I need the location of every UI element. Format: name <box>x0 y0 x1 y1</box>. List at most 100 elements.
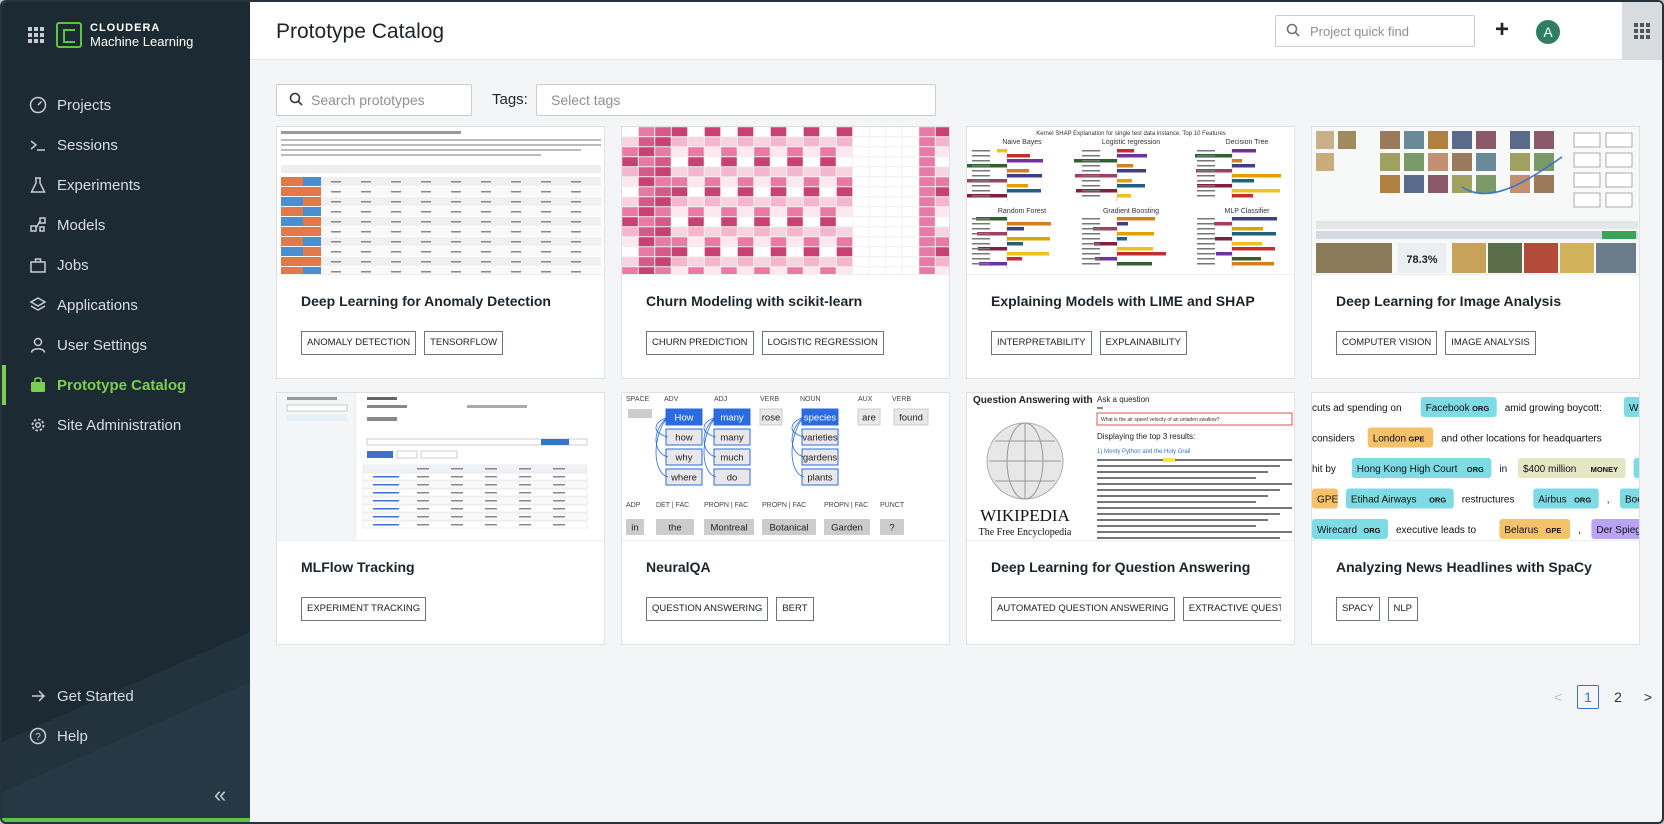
shap-bar <box>1117 154 1147 158</box>
prototype-card[interactable]: Churn Modeling with scikit-learn CHURN P… <box>621 126 950 379</box>
layer-box <box>1573 192 1601 208</box>
sidebar-item-get-started[interactable]: Get Started <box>2 676 250 716</box>
table-cell-text <box>421 251 431 253</box>
sidebar-item-prototype-catalog[interactable]: Prototype Catalog <box>2 365 250 405</box>
prototype-card[interactable]: 78.3% Deep Learning for Image Analysis C… <box>1311 126 1640 379</box>
brand-line-1: CLOUDERA <box>90 22 161 34</box>
tag[interactable]: LOGISTIC REGRESSION <box>761 331 884 355</box>
table-cell <box>622 216 639 227</box>
feature-label <box>972 233 990 235</box>
table-cell-text <box>361 211 371 213</box>
sidebar-item-label: Help <box>57 727 88 745</box>
project-quick-find-input[interactable]: Project quick find <box>1275 15 1475 47</box>
sidebar-item-applications[interactable]: Applications <box>2 285 250 325</box>
prototype-card[interactable]: Question Answering with WIKIPEDIA The Fr… <box>966 392 1295 645</box>
tag[interactable]: IMAGE ANALYSIS <box>1445 331 1536 355</box>
run-link <box>373 508 399 510</box>
sidebar-item-jobs[interactable]: Jobs <box>2 245 250 285</box>
apps-menu-button[interactable] <box>1622 2 1662 60</box>
page-button-2[interactable]: 2 <box>1607 685 1629 709</box>
collapse-sidebar-icon[interactable]: « <box>214 782 226 808</box>
shap-bar <box>1007 227 1024 231</box>
tag[interactable]: BERT <box>776 597 814 621</box>
table-cell <box>622 246 639 257</box>
avatar[interactable]: A <box>1536 20 1560 44</box>
prototype-card[interactable]: Deep Learning for Anomaly Detection ANOM… <box>276 126 605 379</box>
table-cell <box>622 236 639 247</box>
previous-page-button[interactable]: < <box>1547 685 1569 709</box>
table-cell <box>803 156 820 167</box>
token-word: plants <box>807 473 833 484</box>
prototype-card[interactable]: Kernel SHAP Explanation for single test … <box>966 126 1295 379</box>
card-tags: INTERPRETABILITY EXPLAINABILITY <box>991 331 1281 355</box>
token-word: Montreal <box>711 523 748 534</box>
prototype-card[interactable]: SPACE ADV ADJ VERB NOUN AUX VERB How how why where… <box>621 392 950 645</box>
card-title: Deep Learning for Image Analysis <box>1336 293 1562 309</box>
add-project-button[interactable]: + <box>1495 18 1509 42</box>
card-tags: QUESTION ANSWERING BERT <box>646 597 936 621</box>
prototype-card[interactable]: cuts ad spending on Facebook ORG amid growi… <box>1311 392 1640 645</box>
card-thumbnail: Question Answering with WIKIPEDIA The Fr… <box>967 393 1294 541</box>
prototype-card[interactable]: MLFlow Tracking EXPERIMENT TRACKING <box>276 392 605 645</box>
tag[interactable]: AUTOMATED QUESTION ANSWERING <box>991 597 1175 621</box>
table-cell <box>885 256 903 267</box>
text-line <box>1097 495 1268 497</box>
tag[interactable]: CHURN PREDICTION <box>646 331 754 355</box>
tag[interactable]: SPACY <box>1336 597 1380 621</box>
tag[interactable]: COMPUTER VISION <box>1336 331 1438 355</box>
table-cell <box>737 236 754 247</box>
search-prototypes-input[interactable]: Search prototypes <box>276 84 472 116</box>
shap-bar <box>1117 149 1134 153</box>
tag[interactable]: INTERPRETABILITY <box>991 331 1092 355</box>
table-cell-text <box>511 181 521 183</box>
table-cell-text <box>553 500 565 502</box>
next-page-button[interactable]: > <box>1637 685 1659 709</box>
table-cell-text <box>451 241 461 243</box>
table-cell <box>786 236 804 247</box>
table-cell-text <box>421 201 431 203</box>
table-cell <box>654 176 672 187</box>
pos-tag: ADP <box>626 502 641 509</box>
search-icon <box>289 92 303 109</box>
sidebar-item-site-administration[interactable]: Site Administration <box>2 405 250 445</box>
card-tags: SPACY NLP <box>1336 597 1626 621</box>
tags-select[interactable]: Select tags <box>536 84 936 116</box>
table-cell <box>671 136 688 147</box>
table-cell-text <box>391 221 401 223</box>
table-cell <box>687 146 705 157</box>
tag[interactable]: EXTRACTIVE QUESTION A <box>1182 597 1281 621</box>
tag[interactable]: TENSORFLOW <box>424 331 504 355</box>
models-icon <box>29 216 47 234</box>
table-cell <box>671 196 688 207</box>
sidebar-item-help[interactable]: ? Help <box>2 716 250 756</box>
tag[interactable]: EXPLAINABILITY <box>1099 331 1188 355</box>
search-placeholder: Search prototypes <box>311 92 425 108</box>
table-cell <box>786 166 804 177</box>
table-cell <box>638 206 655 217</box>
tag[interactable]: NLP <box>1387 597 1418 621</box>
sidebar-item-models[interactable]: Models <box>2 205 250 245</box>
card-thumbnail: SPACE ADV ADJ VERB NOUN AUX VERB How how why where… <box>622 393 949 541</box>
tag[interactable]: EXPERIMENT TRACKING <box>301 597 427 621</box>
tag[interactable]: ANOMALY DETECTION <box>301 331 417 355</box>
sidebar-item-sessions[interactable]: Sessions <box>2 125 250 165</box>
sidebar-item-user-settings[interactable]: User Settings <box>2 325 250 365</box>
table-cell <box>720 176 738 187</box>
tag[interactable]: QUESTION ANSWERING <box>646 597 769 621</box>
run-link <box>373 500 399 502</box>
app-switcher-icon[interactable] <box>28 27 44 43</box>
headline-text: , <box>1578 525 1581 536</box>
shap-bar <box>1007 222 1051 226</box>
wikipedia-tagline: The Free Encyclopedia <box>979 527 1072 538</box>
table-cell <box>638 196 655 207</box>
table-cell <box>737 176 754 187</box>
table-cell-text <box>511 231 521 233</box>
page-button-1[interactable]: 1 <box>1577 685 1599 709</box>
sidebar-item-experiments[interactable]: Experiments <box>2 165 250 205</box>
sidebar-item-projects[interactable]: Projects <box>2 85 250 125</box>
shap-bar <box>1117 179 1132 183</box>
table-cell-text <box>451 181 461 183</box>
table-cell <box>622 166 639 177</box>
table-cell <box>753 166 771 177</box>
table-cell-text <box>417 492 429 494</box>
